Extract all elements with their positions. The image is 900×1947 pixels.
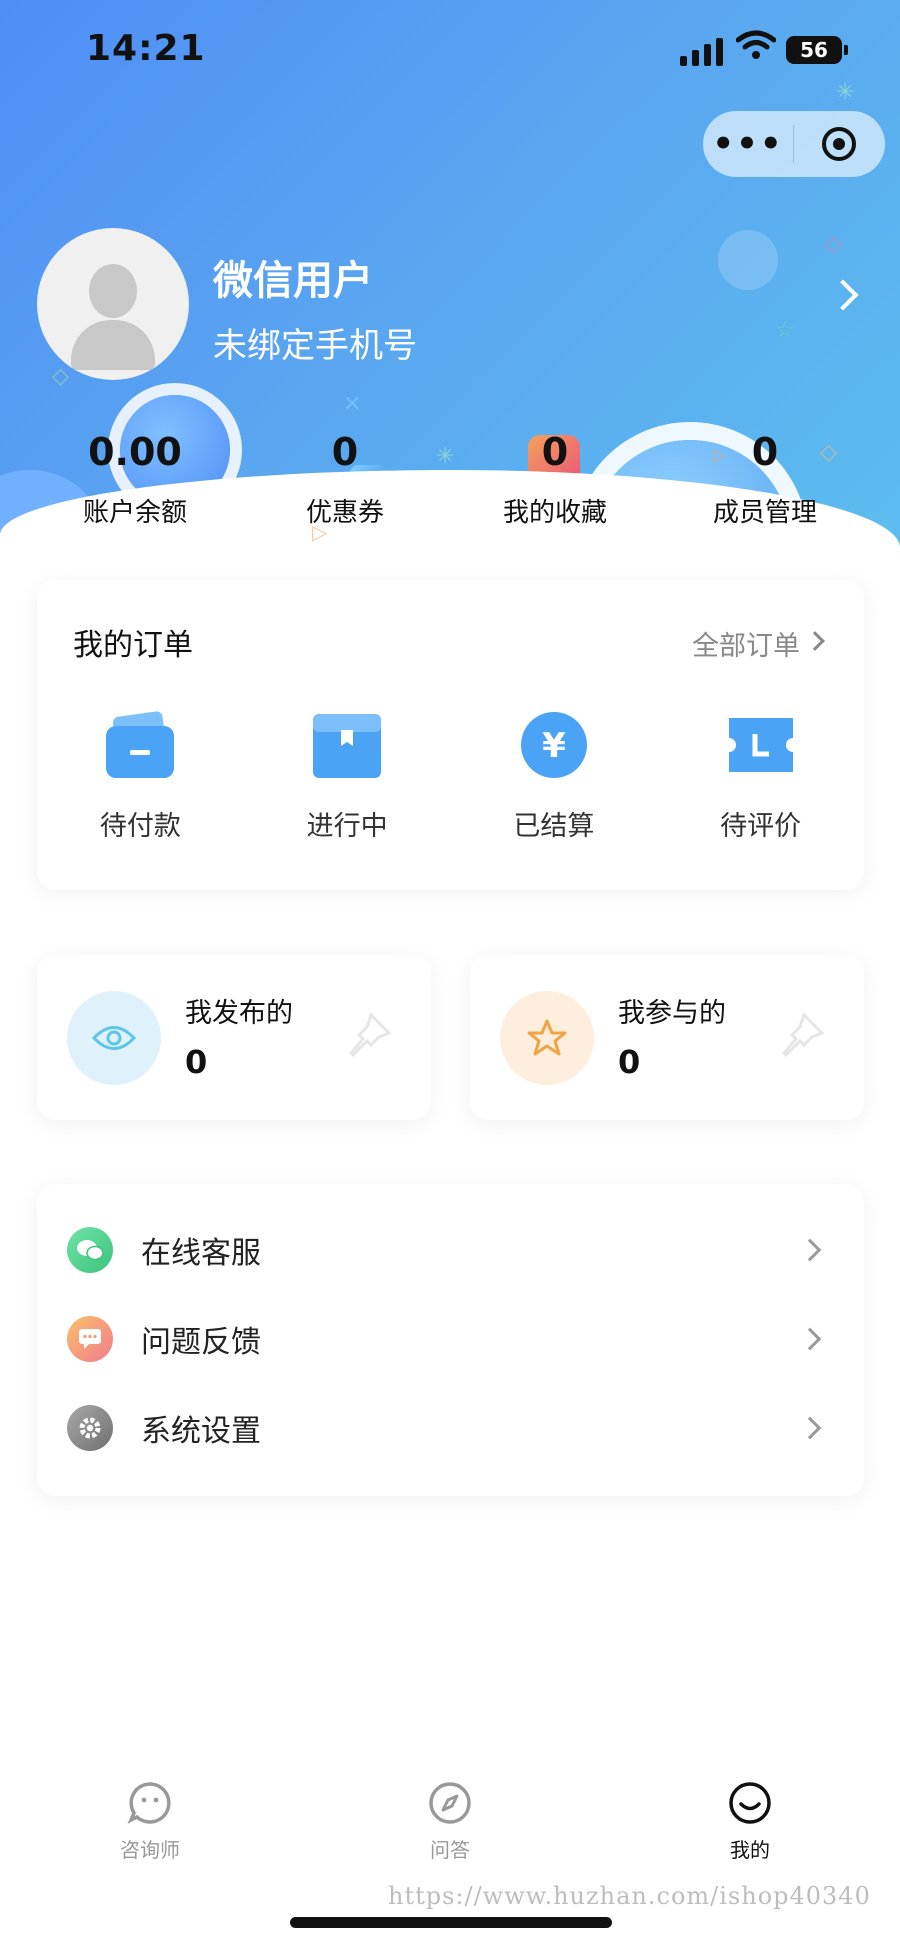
battery-icon: 56 (786, 36, 848, 64)
more-dots-icon[interactable]: ••• (703, 127, 793, 161)
tab-mine[interactable]: 我的 (600, 1780, 900, 1890)
stat-members[interactable]: 0 成员管理 (660, 430, 870, 529)
stat-label: 我的收藏 (502, 498, 607, 528)
pin-icon (781, 1012, 825, 1058)
all-orders-link[interactable]: 全部订单 (692, 624, 800, 663)
order-label: 进行中 (306, 811, 388, 842)
stat-label: 优惠券 (305, 498, 384, 528)
smile-icon (729, 1782, 771, 1824)
svg-text:¥: ¥ (542, 726, 566, 766)
published-count: 0 (185, 1043, 208, 1081)
stats-row: 0.00 账户余额 0 优惠券 0 我的收藏 0 成员管理 (30, 430, 870, 529)
user-phone[interactable]: 未绑定手机号 (213, 318, 417, 367)
decor-star: ☆ (775, 318, 795, 343)
settings-icon (67, 1405, 113, 1451)
order-label: 待付款 (99, 811, 181, 842)
wifi-icon (736, 30, 776, 59)
orders-title: 我的订单 (73, 628, 193, 663)
miniprogram-capsule: ••• (703, 111, 885, 177)
order-in-progress[interactable]: 进行中 (244, 710, 451, 843)
tab-label: 问答 (430, 1838, 470, 1862)
orders-card: 我的订单 全部订单 待付款 进行中 ¥ 已结算 待评价 (37, 580, 864, 890)
tab-label: 咨询师 (120, 1838, 180, 1862)
published-card[interactable]: 我发布的 0 (37, 955, 431, 1120)
star-icon (527, 1019, 567, 1056)
pin-icon (348, 1012, 392, 1058)
stat-value: 0 (331, 430, 359, 474)
wechat-icon (67, 1227, 113, 1273)
stat-coupons[interactable]: 0 优惠券 (240, 430, 450, 529)
status-bar: 14:21 56 (0, 0, 900, 100)
order-status-row: 待付款 进行中 ¥ 已结算 待评价 (37, 710, 864, 843)
chevron-right-icon (798, 1416, 822, 1440)
order-to-review[interactable]: 待评价 (657, 710, 864, 843)
order-label: 已结算 (513, 811, 595, 842)
stat-favorites[interactable]: 0 我的收藏 (450, 430, 660, 529)
menu-item-settings[interactable]: 系统设置 (37, 1384, 864, 1472)
tab-qa[interactable]: 问答 (300, 1780, 600, 1890)
wallet-icon (106, 711, 175, 778)
close-button[interactable] (794, 127, 884, 161)
joined-card[interactable]: 我参与的 0 (470, 955, 864, 1120)
smile-bubble-icon (127, 1782, 171, 1824)
chevron-right-icon (798, 1238, 822, 1262)
status-time: 14:21 (86, 28, 206, 69)
stat-label: 成员管理 (712, 498, 817, 528)
joined-count: 0 (618, 1043, 641, 1081)
menu-label: 问题反馈 (141, 1325, 261, 1360)
decor-bubble (718, 230, 778, 290)
stat-balance[interactable]: 0.00 账户余额 (30, 430, 240, 529)
joined-icon-circle (500, 991, 594, 1085)
stat-value: 0 (751, 430, 779, 474)
order-settled[interactable]: ¥ 已结算 (451, 710, 658, 843)
bottom-tab-bar: 咨询师 问答 我的 (0, 1780, 900, 1890)
signal-icon (680, 36, 723, 66)
box-icon (313, 714, 382, 778)
target-icon (822, 127, 856, 161)
ticket-icon (728, 718, 793, 772)
decor-cross: ✕ (343, 392, 362, 417)
order-label: 待评价 (720, 811, 802, 842)
tab-label: 我的 (730, 1838, 770, 1862)
published-title: 我发布的 (185, 998, 293, 1029)
home-indicator[interactable] (290, 1917, 612, 1928)
menu-label: 系统设置 (141, 1414, 261, 1449)
yen-icon: ¥ (520, 712, 587, 778)
stat-value: 0.00 (88, 430, 182, 474)
chevron-right-icon[interactable] (805, 631, 825, 651)
chevron-right-icon (798, 1327, 822, 1351)
stat-value: 0 (541, 430, 569, 474)
menu-card: 在线客服 问题反馈 系统设置 (37, 1184, 864, 1496)
menu-item-customer-service[interactable]: 在线客服 (37, 1206, 864, 1294)
published-icon-circle (67, 991, 161, 1085)
menu-item-feedback[interactable]: 问题反馈 (37, 1295, 864, 1383)
avatar[interactable] (37, 228, 189, 380)
decor-square: ◇ (825, 232, 842, 257)
avatar-head (89, 264, 137, 318)
joined-title: 我参与的 (618, 998, 726, 1029)
compass-icon (429, 1782, 471, 1824)
watermark-text: https://www.huzhan.com/ishop40340 (388, 1882, 871, 1910)
decor-square: ◇ (52, 364, 69, 389)
message-icon (67, 1316, 113, 1362)
order-pending-payment[interactable]: 待付款 (37, 710, 244, 843)
eye-icon (92, 1026, 136, 1050)
avatar-body (71, 320, 155, 370)
menu-label: 在线客服 (141, 1236, 261, 1271)
tab-counselor[interactable]: 咨询师 (0, 1780, 300, 1890)
stat-label: 账户余额 (82, 498, 187, 528)
user-name[interactable]: 微信用户 (213, 248, 373, 306)
